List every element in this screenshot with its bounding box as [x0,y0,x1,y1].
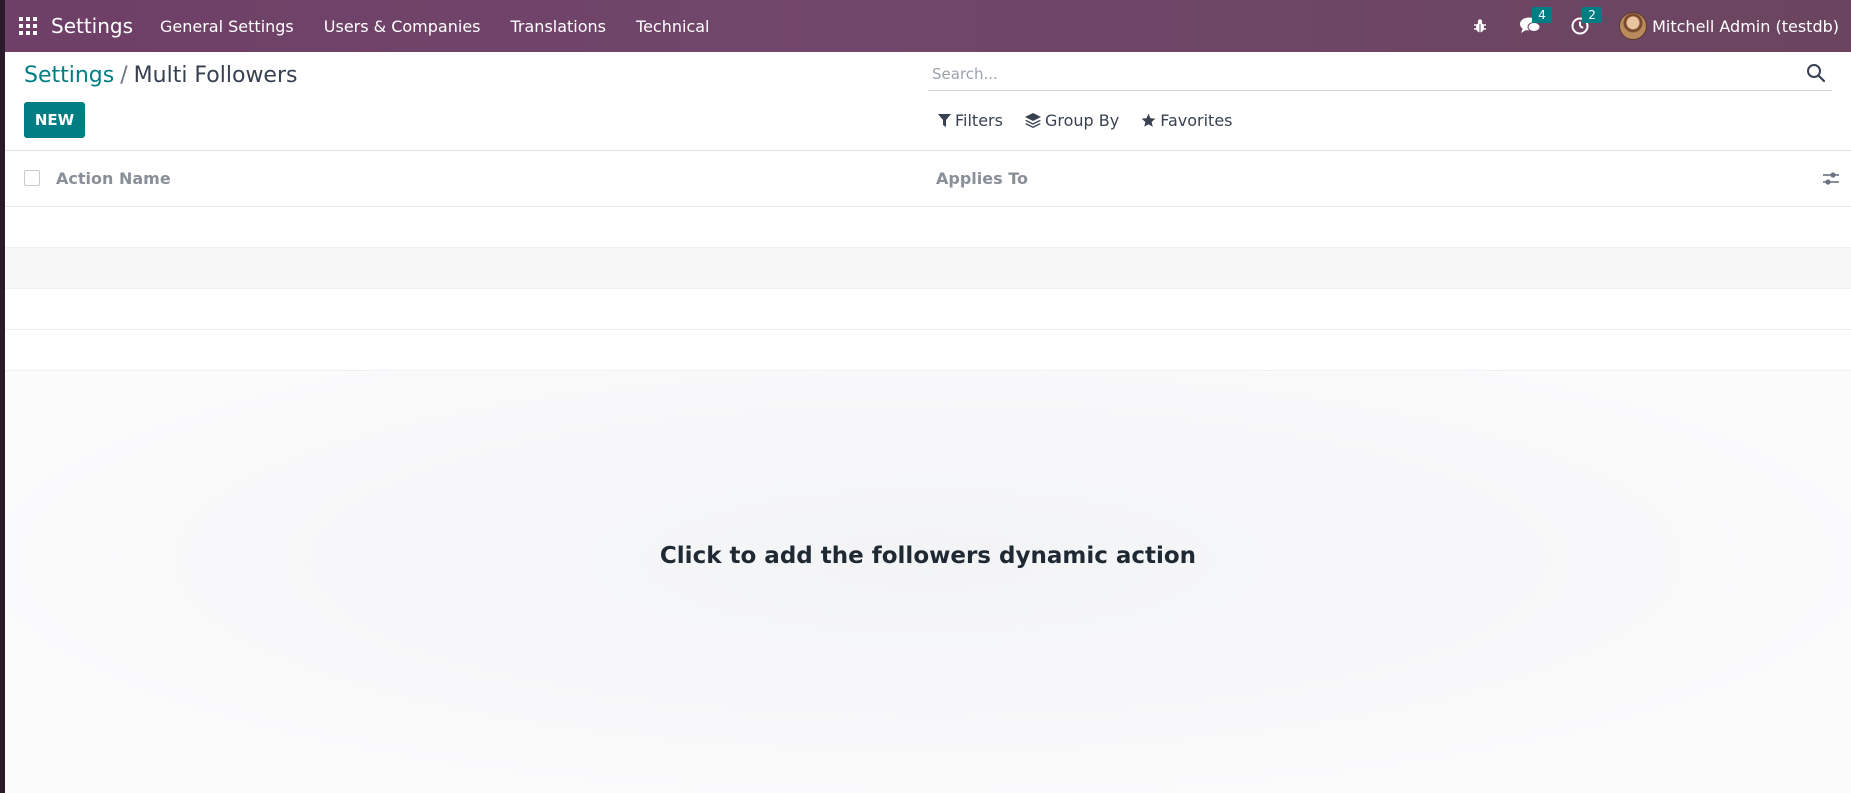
favorites-button[interactable]: Favorites [1141,111,1233,130]
search-bar [928,58,1832,91]
menu-general-settings[interactable]: General Settings [160,17,294,36]
optional-columns-icon[interactable] [1821,169,1841,189]
filter-icon [938,113,951,127]
breadcrumb: Settings / Multi Followers [24,63,297,88]
table-row [5,330,1851,371]
empty-state-title[interactable]: Click to add the followers dynamic actio… [5,543,1851,569]
table-row [5,248,1851,289]
star-icon [1141,113,1156,127]
window-left-edge [0,0,5,793]
activities-badge: 2 [1582,7,1603,23]
main-menu: General Settings Users & Companies Trans… [160,17,739,36]
group-by-label: Group By [1044,111,1120,130]
search-options: Filters Group By Favorites [938,111,1255,130]
breadcrumb-settings[interactable]: Settings [24,63,114,88]
bug-icon[interactable] [1469,15,1491,37]
search-input[interactable] [930,62,1790,86]
clock-icon[interactable]: 2 [1569,7,1603,37]
menu-users-companies[interactable]: Users & Companies [324,17,481,36]
breadcrumb-current: Multi Followers [133,63,298,88]
top-navbar: Settings General Settings Users & Compan… [0,0,1851,52]
favorites-label: Favorites [1160,111,1233,130]
avatar[interactable] [1619,12,1648,40]
table-row [5,207,1851,248]
empty-state-panel: Click to add the followers dynamic actio… [5,371,1851,793]
menu-translations[interactable]: Translations [511,17,607,36]
select-all-checkbox[interactable] [24,170,40,186]
search-icon[interactable] [1806,63,1826,83]
list-body [5,207,1851,371]
menu-technical[interactable]: Technical [636,17,709,36]
filters-button[interactable]: Filters [938,111,1003,130]
breadcrumb-separator: / [120,63,128,88]
apps-grid-icon[interactable] [19,17,37,35]
table-row [5,289,1851,330]
app-title[interactable]: Settings [51,14,133,38]
group-by-button[interactable]: Group By [1024,111,1120,130]
column-header-applies-to[interactable]: Applies To [936,169,1028,188]
layers-icon [1024,113,1041,128]
filters-label: Filters [955,111,1003,130]
messages-badge: 4 [1532,7,1553,23]
systray: 4 2 Mitchell Admin (testdb) [1469,0,1839,52]
column-header-action-name[interactable]: Action Name [56,169,171,188]
chat-icon[interactable]: 4 [1519,7,1553,37]
new-button[interactable]: NEW [24,102,85,138]
list-header: Action Name Applies To [5,151,1851,207]
user-menu[interactable]: Mitchell Admin (testdb) [1652,17,1839,36]
